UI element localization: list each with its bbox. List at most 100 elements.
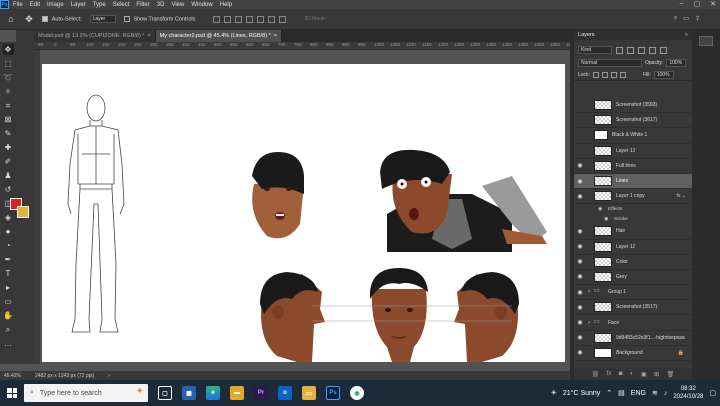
layer-name[interactable]: Layer 1 copy	[616, 193, 645, 199]
filter-pixel-icon[interactable]	[616, 46, 623, 54]
premiere-pro-icon[interactable]: Pr	[254, 386, 268, 400]
visibility-eye-icon[interactable]: ◉	[574, 319, 586, 326]
lang-indicator[interactable]: ENG	[631, 390, 646, 397]
auto-select-checkbox[interactable]	[42, 15, 48, 22]
filter-type-icon[interactable]	[638, 46, 645, 54]
layer-row[interactable]: ◉ Screenshot (3593)	[574, 98, 692, 114]
layer-row[interactable]: ◉ › ▭ Group 1	[574, 285, 692, 301]
brush-tool-icon[interactable]: ✐	[3, 156, 14, 167]
layer-row[interactable]: ◉ Black & White 1	[574, 128, 692, 144]
layer-name[interactable]: Screenshot (3517)	[616, 304, 657, 310]
new-layer-icon[interactable]: ⊞	[654, 371, 659, 378]
visibility-eye-icon[interactable]: ◉	[574, 147, 586, 154]
transform-controls-wrap[interactable]: Show Transform Controls	[123, 15, 195, 22]
network-icon[interactable]: ▤	[618, 389, 625, 397]
layer-name[interactable]: Layer 12	[616, 244, 635, 250]
tab-my-character2[interactable]: My character2.psd @ 45.4% (Lines, RGB/8)…	[155, 30, 282, 42]
layer-row[interactable]: ◉ Full lines	[574, 159, 692, 174]
layer-row[interactable]: ◉ 9d9483c52e3f1...-highrisepxaa	[574, 331, 692, 346]
layer-name[interactable]: Background	[616, 350, 643, 356]
marquee-tool-icon[interactable]: ⬚	[3, 58, 14, 69]
document-canvas[interactable]	[42, 64, 565, 362]
transform-controls-checkbox[interactable]	[123, 15, 130, 22]
blur-tool-icon[interactable]: ●	[3, 226, 14, 237]
task-view-icon[interactable]: ▢	[158, 386, 172, 400]
layer-kind-dropdown[interactable]: Kind	[578, 46, 612, 54]
visibility-eye-icon[interactable]: ◉	[574, 243, 586, 250]
align-center-icon[interactable]	[224, 15, 232, 23]
visibility-eye-icon[interactable]: ◉	[574, 258, 586, 265]
add-mask-icon[interactable]: ◙	[619, 371, 623, 377]
layer-name[interactable]: Face	[608, 320, 619, 326]
layer-row[interactable]: ◉ Layer 13	[574, 144, 692, 159]
layer-fx-icon[interactable]: fx ⌄	[677, 193, 686, 199]
folder-icon[interactable]: ▭	[302, 386, 316, 400]
menu-3d[interactable]: 3D	[157, 2, 165, 8]
eyedropper-icon[interactable]: ✎	[3, 128, 14, 139]
visibility-eye-icon[interactable]: ◉	[574, 102, 586, 109]
weather-text[interactable]: 21°C Sunny	[563, 390, 600, 397]
new-group-icon[interactable]: ▣	[641, 371, 647, 378]
tab-model[interactable]: Model.psd @ 13.2% (CUPIZONE, RGB/8) * ×	[34, 30, 156, 42]
wifi-icon[interactable]: ≋	[652, 389, 658, 397]
filter-adjust-icon[interactable]	[627, 46, 634, 54]
layer-name[interactable]: Color	[616, 259, 628, 265]
close-icon[interactable]: ✕	[710, 0, 716, 8]
adjustment-layer-icon[interactable]: ◐	[630, 371, 634, 377]
lock-pixels-icon[interactable]	[592, 71, 599, 78]
widgets-icon[interactable]: ▦	[182, 386, 196, 400]
move-tool-icon[interactable]: ✥	[24, 14, 34, 24]
lock-position-icon[interactable]	[601, 71, 608, 78]
background-color-swatch[interactable]	[17, 206, 29, 218]
lock-artboard-icon[interactable]	[610, 71, 617, 78]
menu-select[interactable]: Select	[113, 2, 130, 8]
outlook-icon[interactable]: o	[278, 386, 292, 400]
layer-name[interactable]: Screenshot (3593)	[616, 102, 657, 108]
visibility-eye-icon[interactable]: ◉	[598, 206, 608, 212]
clock[interactable]: 08:32 2024/10/28	[673, 385, 703, 401]
visibility-eye-icon[interactable]: ◉	[604, 216, 614, 222]
layer-name[interactable]: Black & White 1	[612, 132, 647, 138]
layer-name[interactable]: 9d9483c52e3f1...-highrisepxaa	[616, 335, 685, 341]
weather-icon[interactable]: ☀	[551, 389, 557, 397]
align-middle-icon[interactable]	[257, 15, 265, 23]
align-right-icon[interactable]	[235, 15, 243, 23]
lasso-tool-icon[interactable]: ➰	[3, 72, 14, 83]
layer-name[interactable]: Grey	[616, 274, 627, 280]
hand-tool-icon[interactable]: ✋	[3, 310, 14, 321]
menu-window[interactable]: Window	[191, 2, 212, 8]
layer-row[interactable]: ◉ Layer 1 copy fx ⌄	[574, 189, 692, 205]
dodge-tool-icon[interactable]: ◔	[3, 240, 14, 251]
menu-type[interactable]: Type	[93, 2, 106, 8]
volume-icon[interactable]: ♪	[664, 390, 668, 397]
delete-layer-icon[interactable]: 🗑	[667, 371, 675, 378]
layer-row[interactable]: ◉ Color	[574, 255, 692, 270]
pen-tool-icon[interactable]: ✒	[3, 254, 14, 265]
link-layers-icon[interactable]: ⛓	[592, 371, 600, 378]
taskbar-search[interactable]: ⌕ Type here to search ✦	[24, 384, 148, 402]
close-icon[interactable]: ×	[274, 33, 277, 39]
photoshop-taskbar-icon[interactable]: Ps	[326, 386, 340, 400]
layer-name[interactable]: Layer 13	[616, 148, 635, 154]
crop-tool-icon[interactable]: ⌗	[3, 100, 14, 111]
search-icon[interactable]: ⌕	[674, 15, 677, 22]
layers-panel-title[interactable]: Layers	[578, 32, 595, 38]
filter-shape-icon[interactable]	[649, 46, 656, 54]
type-tool-icon[interactable]: T	[3, 268, 14, 279]
status-arrow-icon[interactable]: ›	[108, 373, 110, 379]
file-explorer-icon[interactable]: ▬	[230, 386, 244, 400]
fx-icon[interactable]: fx	[607, 371, 612, 377]
home-icon[interactable]: ⌂	[6, 14, 16, 24]
filter-smart-icon[interactable]	[660, 46, 667, 54]
shape-tool-icon[interactable]: ▭	[3, 296, 14, 307]
layer-row[interactable]: ◉ Layer 12	[574, 240, 692, 255]
minimize-icon[interactable]: –	[680, 0, 684, 8]
notification-icon[interactable]: ▢	[709, 389, 716, 397]
layer-row[interactable]: ◉ Screenshot (3517)	[574, 300, 692, 316]
menu-layer[interactable]: Layer	[71, 2, 86, 8]
visibility-eye-icon[interactable]: ◉	[574, 132, 586, 139]
maximize-icon[interactable]: ▢	[694, 0, 701, 8]
visibility-eye-icon[interactable]: ◉	[574, 178, 586, 185]
layer-row[interactable]: ◉ Lines	[574, 173, 692, 190]
layer-lock-icon[interactable]: 🔒	[678, 350, 684, 356]
